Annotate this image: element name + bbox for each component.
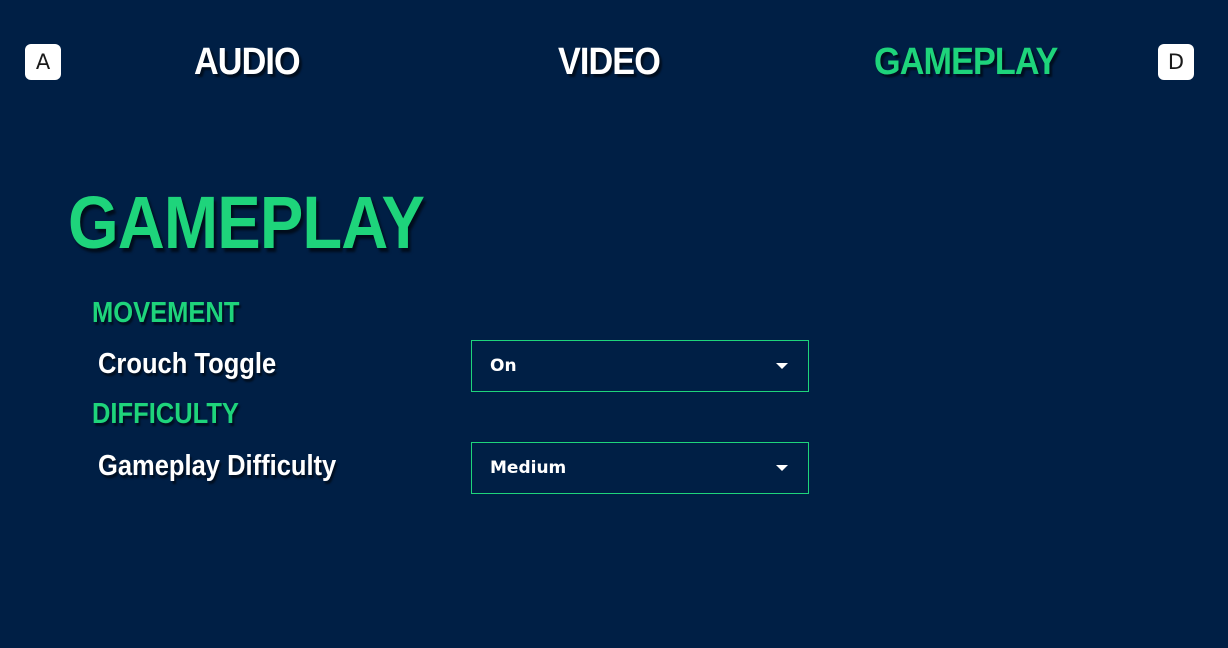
section-heading-difficulty: DIFFICULTY	[92, 398, 239, 430]
tab-audio[interactable]: AUDIO	[194, 38, 301, 86]
chevron-down-icon	[776, 363, 788, 369]
crouch-toggle-value: On	[490, 356, 517, 376]
tab-gameplay[interactable]: GAMEPLAY	[874, 38, 1058, 86]
crouch-toggle-dropdown[interactable]: On	[471, 340, 809, 392]
prev-tab-key-a[interactable]: A	[25, 44, 61, 80]
gameplay-difficulty-value: Medium	[490, 458, 567, 478]
tab-video[interactable]: VIDEO	[558, 38, 661, 86]
gameplay-difficulty-dropdown[interactable]: Medium	[471, 442, 809, 494]
crouch-toggle-label: Crouch Toggle	[98, 348, 277, 380]
page-title: GAMEPLAY	[68, 181, 425, 264]
gameplay-difficulty-label: Gameplay Difficulty	[98, 450, 337, 482]
section-heading-movement: MOVEMENT	[92, 297, 240, 329]
next-tab-key-d[interactable]: D	[1158, 44, 1194, 80]
chevron-down-icon	[776, 465, 788, 471]
